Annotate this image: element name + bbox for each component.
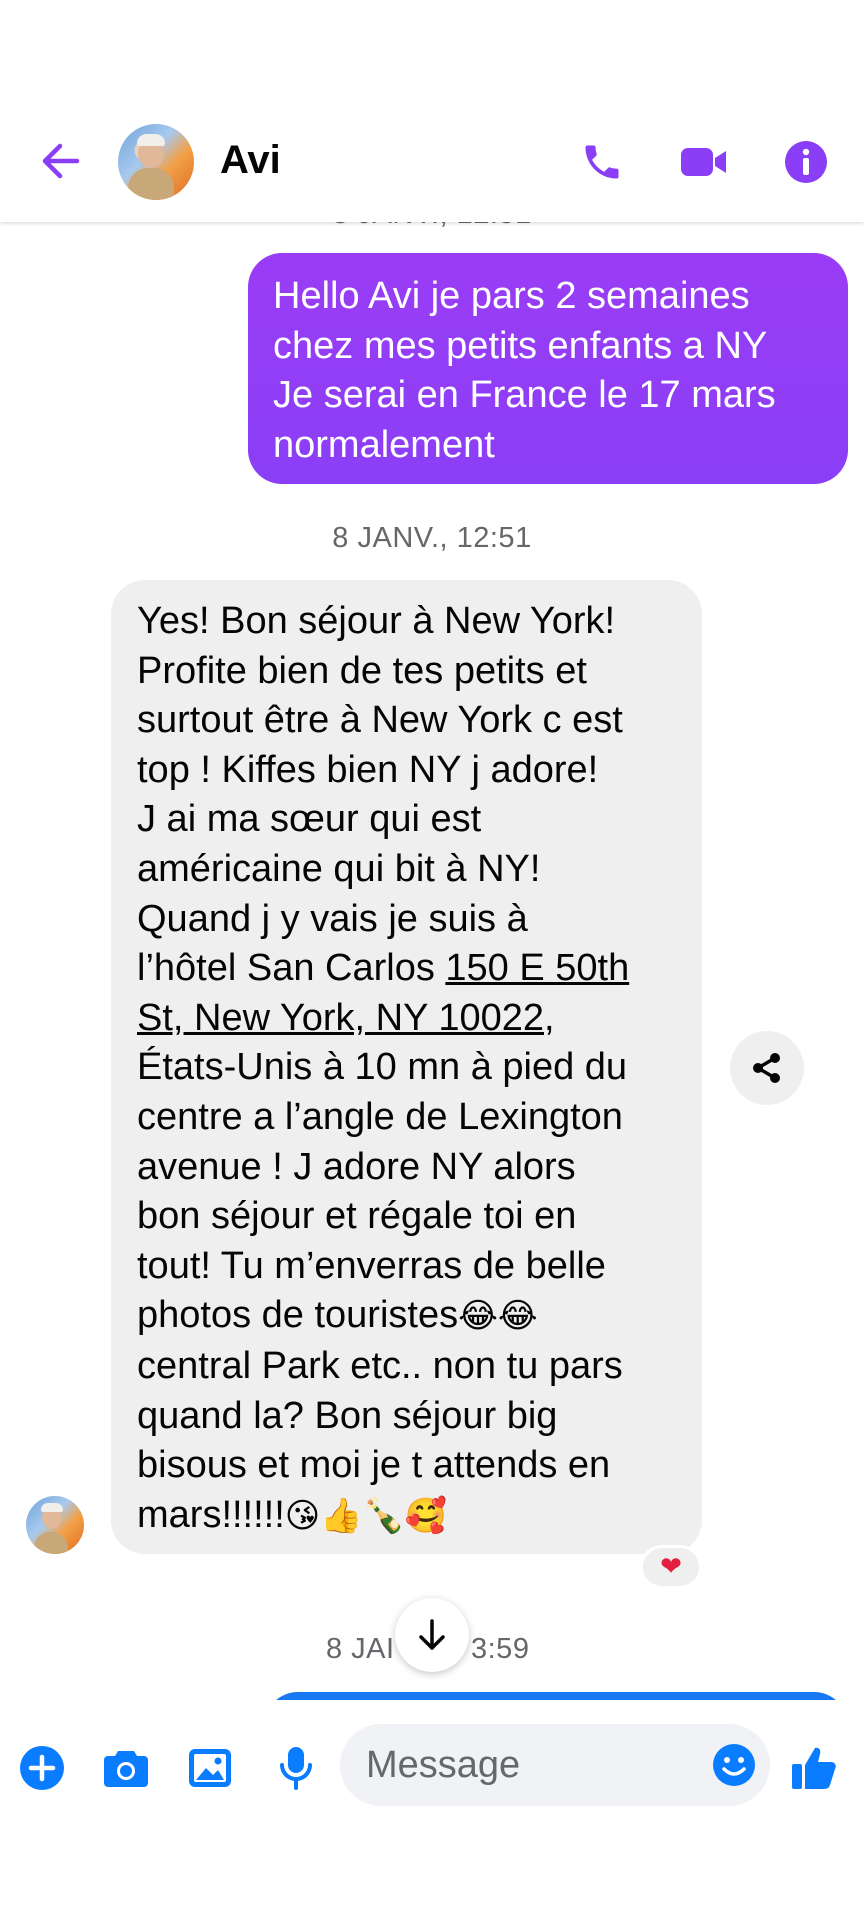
contact-avatar[interactable] bbox=[118, 124, 194, 200]
timestamp-part: 8 JAI bbox=[326, 1633, 395, 1665]
emoji-button[interactable] bbox=[708, 1739, 760, 1791]
scroll-to-bottom-button[interactable] bbox=[395, 1598, 469, 1672]
back-button[interactable] bbox=[30, 136, 90, 186]
outgoing-message-bubble[interactable]: Hello Avi je pars 2 semaines chez mes pe… bbox=[248, 253, 848, 484]
message-line: quand la? Bon séjour big bbox=[137, 1394, 558, 1437]
message-line: États-Unis à 10 mn à pied du bbox=[137, 1046, 628, 1089]
conversation-header: Avi bbox=[0, 100, 864, 222]
message-composer bbox=[0, 1700, 864, 1920]
message-text: photos de touristes bbox=[137, 1294, 459, 1337]
message-line: normalement bbox=[273, 423, 495, 466]
message-line: Yes! Bon séjour à New York! bbox=[137, 600, 616, 642]
phone-icon bbox=[585, 145, 619, 179]
message-input[interactable] bbox=[366, 1743, 696, 1787]
message-line: Quand j y vais je suis à bbox=[137, 897, 528, 940]
message-line: tout! Tu m’enverras de belle bbox=[137, 1244, 606, 1287]
message-line: l’hôtel San Carlos 150 E 50th bbox=[137, 944, 688, 994]
timestamp: 8 JANV., 12:51 bbox=[332, 522, 532, 554]
heart-icon: ❤ bbox=[660, 1552, 682, 1582]
message-text: mars!!!!!! bbox=[137, 1493, 285, 1536]
sender-avatar[interactable] bbox=[26, 1496, 84, 1554]
video-camera-icon bbox=[681, 148, 726, 176]
voice-message-button[interactable] bbox=[266, 1738, 326, 1798]
message-line: Profite bien de tes petits et bbox=[137, 649, 587, 692]
heart-reaction[interactable]: ❤ bbox=[640, 1545, 702, 1589]
emoji-icon bbox=[713, 1744, 755, 1786]
camera-icon bbox=[104, 1751, 148, 1787]
message-line: américaine qui bit à NY! bbox=[137, 847, 541, 890]
incoming-message-bubble[interactable]: Yes! Bon séjour à New York! Profite bien… bbox=[111, 580, 702, 1554]
emoji-text: 😘👍🍾🥰 bbox=[284, 1495, 448, 1536]
message-line: Je serai en France le 17 mars bbox=[273, 374, 776, 416]
gallery-icon bbox=[189, 1749, 231, 1787]
like-icon bbox=[792, 1747, 836, 1789]
avatar-figure-hair bbox=[41, 1503, 63, 1512]
message-line: Hello Avi je pars 2 semaines bbox=[273, 275, 750, 317]
share-button[interactable] bbox=[730, 1031, 804, 1105]
message-line: J ai ma sœur qui est bbox=[137, 798, 482, 841]
address-link[interactable]: 150 E 50th bbox=[445, 947, 629, 989]
info-icon bbox=[785, 141, 827, 183]
add-button[interactable] bbox=[12, 1738, 72, 1798]
back-arrow-icon bbox=[42, 143, 80, 179]
like-button[interactable] bbox=[784, 1738, 844, 1798]
message-line: bon séjour et régale toi en bbox=[137, 1195, 577, 1238]
avatar-figure-body bbox=[34, 1532, 68, 1554]
avatar-figure-hair bbox=[137, 134, 165, 146]
message-line: avenue ! J adore NY alors bbox=[137, 1145, 576, 1188]
add-icon bbox=[20, 1746, 64, 1790]
message-line: central Park etc.. non tu pars bbox=[137, 1344, 623, 1387]
video-call-button[interactable] bbox=[676, 134, 732, 190]
message-line: mars!!!!!!😘👍🍾🥰 bbox=[137, 1491, 688, 1542]
arrow-down-icon bbox=[419, 1619, 445, 1650]
microphone-icon bbox=[280, 1747, 312, 1790]
gallery-button[interactable] bbox=[180, 1738, 240, 1798]
camera-button[interactable] bbox=[96, 1738, 156, 1798]
message-line: chez mes petits enfants a NY bbox=[273, 324, 768, 367]
share-icon bbox=[753, 1053, 780, 1083]
message-input-container[interactable] bbox=[340, 1724, 770, 1806]
message-line: St, New York, NY 10022, bbox=[137, 994, 688, 1044]
message-line: centre a l’angle de Lexington bbox=[137, 1095, 623, 1138]
message-text: l’hôtel San Carlos bbox=[137, 947, 446, 990]
message-line: bisous et moi je t attends en bbox=[137, 1444, 611, 1487]
timestamp-part: 3:59 bbox=[471, 1633, 530, 1665]
message-line: surtout être à New York c est bbox=[137, 699, 623, 742]
emoji-text: 😂😂 bbox=[458, 1296, 538, 1337]
contact-name[interactable]: Avi bbox=[220, 138, 281, 183]
message-line: top ! Kiffes bien NY j adore! bbox=[137, 748, 599, 791]
message-line: photos de touristes😂😂 bbox=[137, 1291, 688, 1342]
address-link[interactable]: St, New York, NY 10022 bbox=[137, 997, 544, 1039]
message-text: , bbox=[544, 996, 555, 1039]
conversation-info-button[interactable] bbox=[778, 134, 834, 190]
avatar-figure-body bbox=[128, 168, 174, 200]
voice-call-button[interactable] bbox=[574, 134, 630, 190]
